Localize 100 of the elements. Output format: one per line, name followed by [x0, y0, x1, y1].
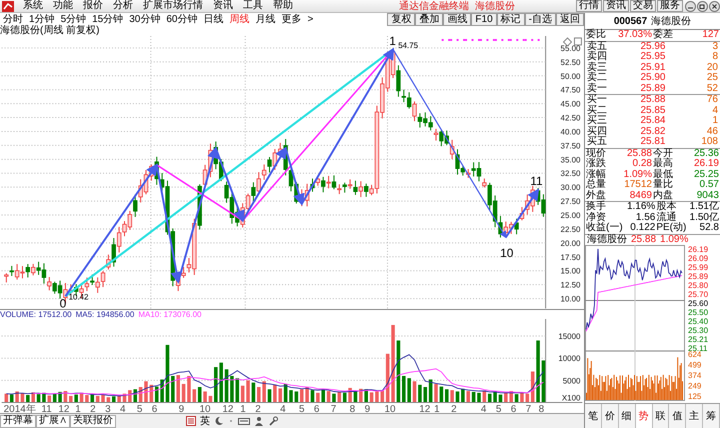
date-axis-label: 7	[330, 404, 336, 413]
quote-label: 买三	[587, 116, 608, 126]
date-axis-label: 5	[496, 404, 502, 413]
period-tab[interactable]: 分时	[0, 14, 26, 26]
quote-value: 0.57	[698, 180, 719, 190]
date-axis-label: 8	[350, 404, 356, 413]
stock-name: 海德股份	[651, 15, 692, 28]
intraday-price-label: 25.11	[688, 344, 708, 352]
menu-item[interactable]: 工具	[238, 0, 268, 12]
menu-item[interactable]: 功能	[48, 0, 78, 12]
ask-price: 25.95	[639, 52, 666, 62]
bid-volume: 76	[706, 95, 718, 106]
quote-label: 流通	[656, 212, 676, 222]
date-axis-label: 6	[510, 404, 516, 413]
period-tab[interactable]: 日线	[200, 14, 226, 26]
toolbar-button[interactable]: F10	[471, 13, 497, 26]
ask-price: 25.91	[639, 62, 666, 73]
toolbar-button[interactable]: 复权	[387, 13, 416, 26]
bottom-tab[interactable]: 开弹幕	[0, 414, 36, 428]
menu-item[interactable]: 帮助	[268, 0, 298, 12]
toolbar-button[interactable]: 叠加	[415, 13, 444, 26]
bottom-tab[interactable]: 扩展∧	[36, 414, 70, 428]
service-button[interactable]: 行情	[576, 0, 602, 12]
quote-label: 内盘	[653, 190, 673, 200]
intraday-tab[interactable]: 价	[602, 404, 619, 428]
bid-volume: 108	[700, 137, 718, 148]
period-tab[interactable]: 1分钟	[26, 14, 58, 26]
price-axis-label: 35.00	[560, 155, 580, 164]
ask-price: 25.90	[639, 73, 666, 84]
date-axis-label: 1	[240, 404, 246, 413]
quote-label: 卖三	[587, 62, 608, 72]
price-axis-label: 32.50	[560, 169, 580, 178]
period-tab[interactable]: 周线	[226, 14, 252, 26]
toolbar-button[interactable]: 标记	[496, 13, 525, 26]
ask-volume: 52	[706, 84, 718, 94]
intraday-volume-label: 249	[688, 381, 702, 390]
date-axis-label: 4	[120, 404, 126, 413]
indicator-label: MA5: 194856.00	[76, 310, 134, 319]
price-axis-label: 27.50	[560, 197, 580, 206]
price-axis-label: 17.50	[560, 252, 580, 262]
toolbar-button[interactable]: -自选	[524, 13, 556, 26]
intraday-price-label: 26.19	[688, 244, 708, 254]
toolbar-button[interactable]: 返回	[556, 13, 584, 26]
price-label: 10.42	[68, 292, 88, 302]
chart-title: 海德股份(周线 前复权)	[0, 25, 100, 36]
menu-item[interactable]: 分析	[108, 0, 138, 12]
date-axis-label: 5	[298, 404, 304, 413]
quote-label: 今开	[653, 148, 673, 158]
service-button[interactable]: 资讯	[603, 0, 629, 12]
bottom-tab[interactable]: 关联报价	[70, 414, 116, 428]
quote-value: 127	[701, 30, 719, 40]
quote-value: 26.19	[692, 159, 719, 170]
quote-value: 9043	[696, 190, 719, 201]
quote-value: 1.51亿	[688, 202, 719, 212]
input-mode-label[interactable]: 英	[200, 414, 210, 428]
quote-value: 0.122	[629, 223, 656, 234]
bid-volume: 1	[711, 116, 718, 126]
ask-price: 25.89	[639, 84, 666, 94]
quote-label: 涨幅	[586, 170, 606, 180]
date-axis-label: 9	[364, 404, 370, 413]
price-axis-label: 47.50	[560, 86, 580, 95]
quote-label: 涨跌	[586, 159, 606, 169]
period-tab[interactable]: 月线	[252, 14, 278, 26]
menu-item[interactable]: 资讯	[208, 0, 238, 12]
quote-label: 委比	[586, 30, 606, 40]
period-tab[interactable]: 更多	[278, 14, 304, 26]
intraday-tab[interactable]: 主	[686, 404, 704, 428]
date-axis-label: 6	[152, 404, 158, 413]
quote-label: 外盘	[586, 190, 606, 200]
ask-volume: 25	[706, 73, 718, 84]
intraday-tab[interactable]: 细	[618, 404, 636, 428]
quote-value: 0.28	[632, 159, 652, 170]
quote-label: 买四	[587, 126, 608, 136]
intraday-price-label: 25.30	[688, 326, 708, 334]
quote-label: 买一	[587, 95, 608, 105]
intraday-price-label: 25.50	[688, 308, 708, 316]
service-button[interactable]: 服务	[657, 0, 683, 12]
intraday-tab[interactable]: 势	[636, 404, 652, 428]
toolbar-button[interactable]: 画线	[443, 13, 472, 26]
ask-volume: 3	[711, 42, 718, 52]
period-tab[interactable]: 15分钟	[89, 14, 126, 26]
date-axis-label: 12	[58, 404, 70, 413]
intraday-tab[interactable]: 值	[669, 404, 686, 428]
price-label: 54.75	[398, 40, 418, 50]
period-tab[interactable]: 5分钟	[58, 14, 90, 26]
price-axis-label: 25.00	[560, 211, 580, 220]
price-axis-label: 42.50	[560, 114, 580, 123]
menu-item[interactable]: 报价	[78, 0, 108, 12]
intraday-volume-label: 374	[688, 370, 702, 380]
quote-value: 25.88	[626, 148, 652, 159]
intraday-tab[interactable]: 筹	[703, 404, 720, 428]
wave-label: 1	[389, 36, 396, 48]
bid-volume: 4	[711, 106, 718, 116]
price-axis-label: 55.00	[560, 44, 580, 53]
intraday-price-label: 25.60	[688, 298, 708, 308]
intraday-tab[interactable]: 联	[652, 404, 670, 428]
period-tab[interactable]: 30分钟	[126, 14, 164, 26]
intraday-tab[interactable]: 笔	[585, 404, 602, 428]
period-tab[interactable]: 60分钟	[163, 14, 200, 26]
more-caret[interactable]: >	[304, 14, 316, 26]
